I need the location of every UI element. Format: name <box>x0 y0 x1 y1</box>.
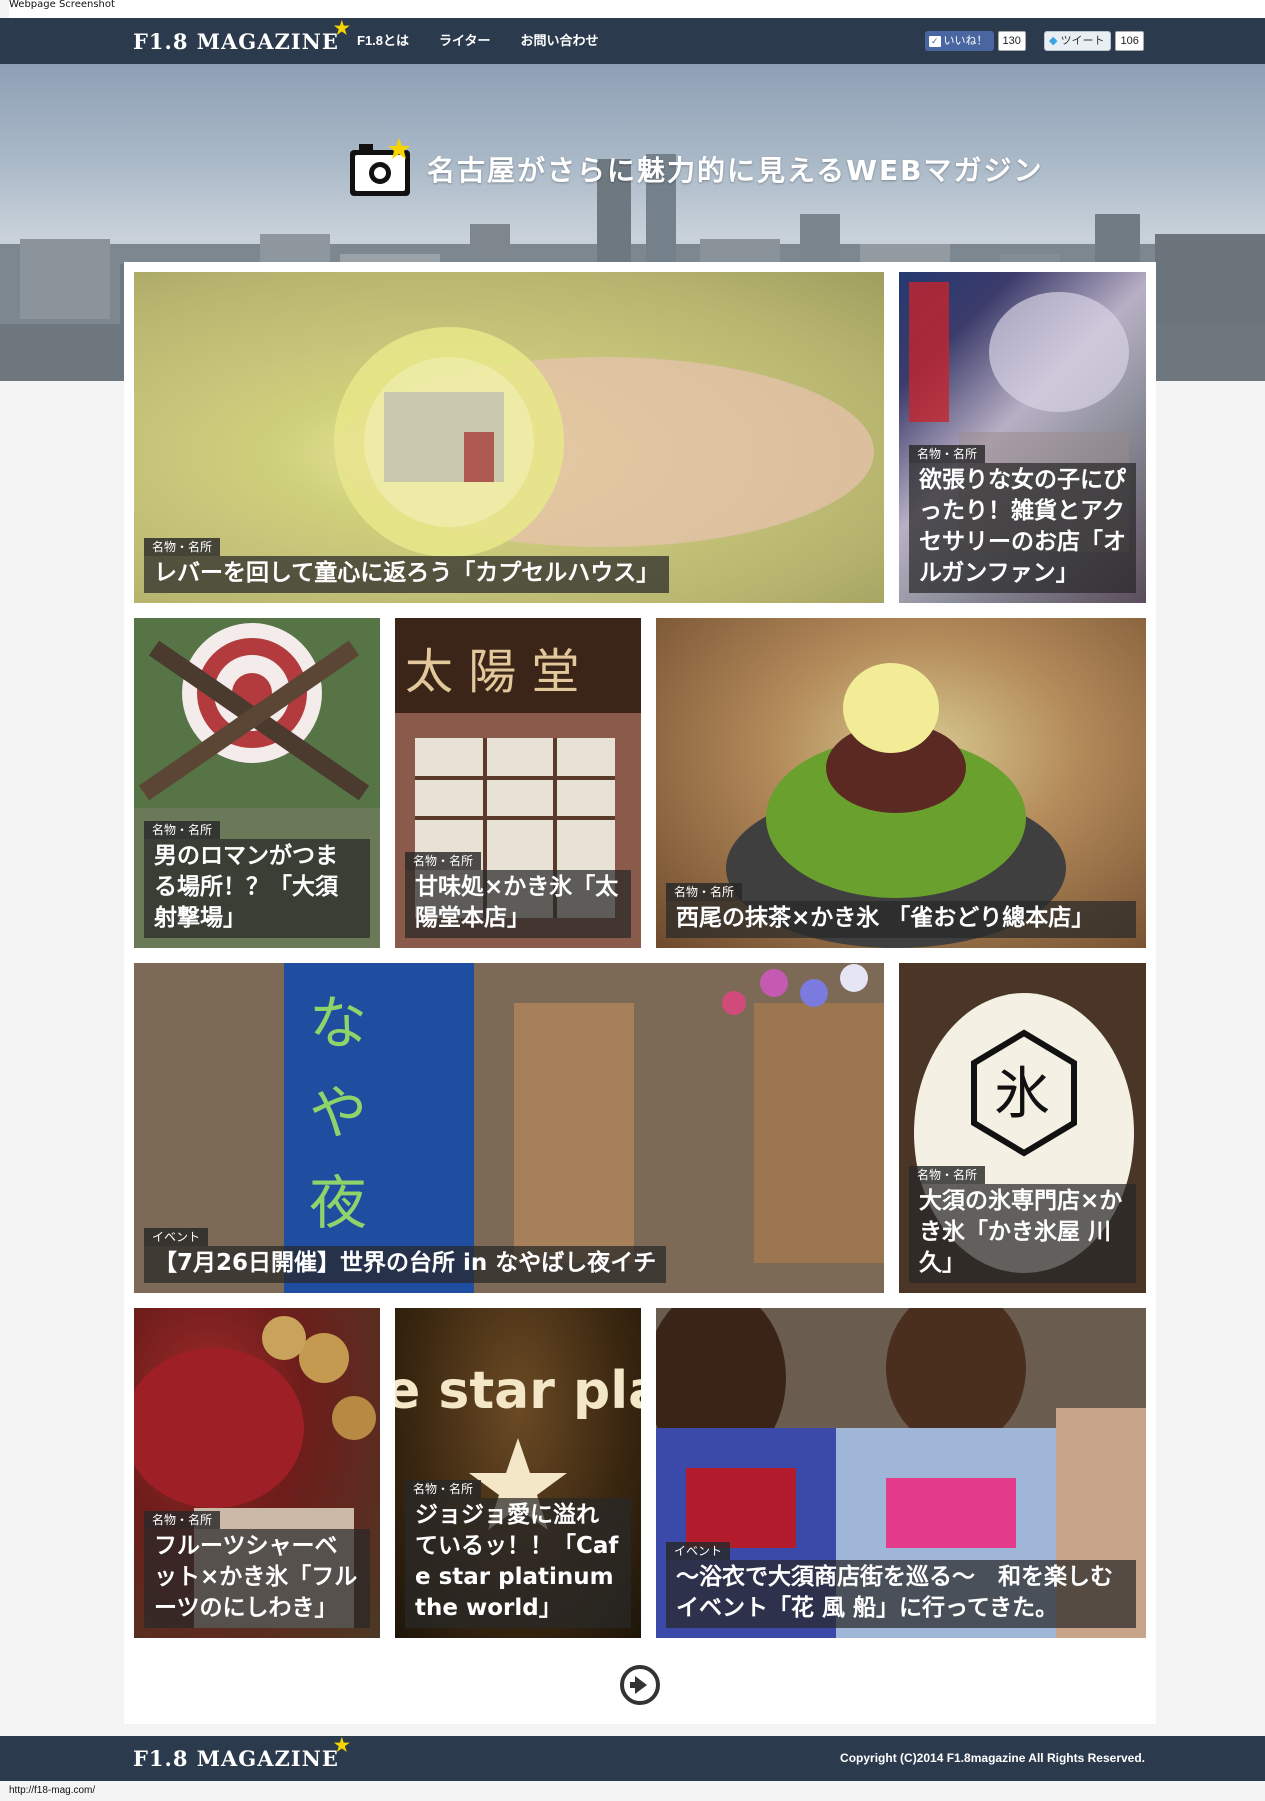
hero-tagline: 名古屋がさらに魅力的に見えるWEBマガジン <box>347 134 1044 204</box>
nav-link-writers[interactable]: ライター <box>439 18 490 64</box>
article-card[interactable]: 名物・名所 男のロマンがつまる場所！？「大須射撃場」 <box>134 618 380 948</box>
article-caption: 名物・名所 欲張りな女の子にぴったり！雑貨とアクセサリーのお店「オルガンファン」 <box>909 443 1136 593</box>
article-category: イベント <box>144 1228 209 1246</box>
article-title: レバーを回して童心に返ろう「カプセルハウス」 <box>144 556 670 593</box>
article-title: フルーツシャーベット×かき氷「フルーツのにしわき」 <box>144 1529 370 1628</box>
article-card[interactable]: e star plat 名物・名所 ジョジョ愛に溢れているッ！！「Cafe st… <box>395 1308 641 1638</box>
article-card[interactable]: な や 夜 イベント 【7月26日開催】世界の台所 in なやばし夜イチ <box>134 963 884 1293</box>
window-label: Webpage Screenshot <box>9 0 1265 18</box>
tweet-button[interactable]: ◆ ツイート <box>1044 31 1112 51</box>
article-card[interactable]: 氷 名物・名所 大須の氷専門店×かき氷「かき氷屋 川久」 <box>899 963 1146 1293</box>
article-category: 名物・名所 <box>909 445 986 463</box>
article-title: 【7月26日開催】世界の台所 in なやばし夜イチ <box>144 1246 667 1283</box>
article-title: 〜浴衣で大須商店街を巡る〜 和を楽しむイベント「花 風 船」に行ってきた。 <box>666 1560 1136 1628</box>
article-caption: 名物・名所 ジョジョ愛に溢れているッ！！「Cafe star platinum … <box>405 1478 631 1628</box>
nav-link-contact[interactable]: お問い合わせ <box>521 18 599 64</box>
tweet-count: 106 <box>1115 31 1144 51</box>
facebook-like-button[interactable]: ✓ いいね！ <box>925 31 994 51</box>
article-caption: 名物・名所 西尾の抹茶×かき氷 「雀おどり總本店」 <box>666 881 1136 938</box>
svg-text:な: な <box>309 989 367 1057</box>
article-card[interactable]: 名物・名所 西尾の抹茶×かき氷 「雀おどり總本店」 <box>656 618 1146 948</box>
article-card[interactable]: 名物・名所 欲張りな女の子にぴったり！雑貨とアクセサリーのお店「オルガンファン」 <box>899 272 1146 603</box>
camera-icon <box>347 136 413 202</box>
article-caption: 名物・名所 レバーを回して童心に返ろう「カプセルハウス」 <box>144 536 670 593</box>
star-icon: ★ <box>333 18 351 39</box>
svg-text:e star plat: e star plat <box>395 1361 641 1421</box>
footer-logo-text: F1.8 MAGAZINE <box>133 1746 339 1771</box>
status-bar-url: http://f18-mag.com/ <box>9 1785 96 1796</box>
article-title: 西尾の抹茶×かき氷 「雀おどり總本店」 <box>666 901 1136 938</box>
copyright-text: Copyright (C)2014 F1.8magazine All Right… <box>840 1751 1145 1765</box>
article-title: 欲張りな女の子にぴったり！雑貨とアクセサリーのお店「オルガンファン」 <box>909 463 1136 593</box>
article-category: 名物・名所 <box>144 538 221 556</box>
top-navbar: F1.8 MAGAZINE ★ F1.8とは ライター お問い合わせ ✓ いいね… <box>0 18 1265 64</box>
article-category: 名物・名所 <box>144 821 221 839</box>
main-nav: F1.8とは ライター お問い合わせ <box>357 18 599 64</box>
article-category: イベント <box>666 1542 731 1560</box>
footer: F1.8 MAGAZINE ★ Copyright (C)2014 F1.8ma… <box>0 1736 1265 1781</box>
nav-link-about[interactable]: F1.8とは <box>357 18 409 64</box>
facebook-like-widget: ✓ いいね！ 130 <box>925 31 1026 51</box>
logo-text: F1.8 MAGAZINE <box>133 29 339 54</box>
article-caption: 名物・名所 大須の氷専門店×かき氷「かき氷屋 川久」 <box>909 1164 1136 1283</box>
article-category: 名物・名所 <box>144 1511 221 1529</box>
star-icon: ★ <box>333 1735 351 1756</box>
article-category: 名物・名所 <box>909 1166 986 1184</box>
article-category: 名物・名所 <box>666 883 743 901</box>
svg-text:や: や <box>309 1079 367 1147</box>
footer-logo[interactable]: F1.8 MAGAZINE ★ <box>133 1737 350 1773</box>
article-caption: 名物・名所 男のロマンがつまる場所！？「大須射撃場」 <box>144 819 370 938</box>
tagline-text: 名古屋がさらに魅力的に見えるWEBマガジン <box>427 154 1044 187</box>
thumbs-up-icon: ✓ <box>929 35 941 47</box>
article-title: 甘味処×かき氷「太陽堂本店」 <box>405 870 631 938</box>
arrow-right-circle-icon <box>620 1665 660 1705</box>
article-title: ジョジョ愛に溢れているッ！！「Cafe star platinum the wo… <box>405 1498 631 1628</box>
site-logo[interactable]: F1.8 MAGAZINE ★ <box>133 20 350 56</box>
article-card[interactable]: イベント 〜浴衣で大須商店街を巡る〜 和を楽しむイベント「花 風 船」に行ってき… <box>656 1308 1146 1638</box>
svg-text:太 陽 堂: 太 陽 堂 <box>405 644 580 700</box>
twitter-bird-icon: ◆ <box>1049 35 1058 47</box>
article-caption: 名物・名所 フルーツシャーベット×かき氷「フルーツのにしわき」 <box>144 1509 370 1628</box>
article-card[interactable]: 名物・名所 レバーを回して童心に返ろう「カプセルハウス」 <box>134 272 884 603</box>
facebook-like-count: 130 <box>997 31 1026 51</box>
article-title: 男のロマンがつまる場所！？「大須射撃場」 <box>144 839 370 938</box>
article-caption: イベント 〜浴衣で大須商店街を巡る〜 和を楽しむイベント「花 風 船」に行ってき… <box>666 1540 1136 1628</box>
article-category: 名物・名所 <box>405 852 482 870</box>
facebook-like-label: いいね！ <box>943 35 988 47</box>
article-title: 大須の氷専門店×かき氷「かき氷屋 川久」 <box>909 1184 1136 1283</box>
next-page-button[interactable] <box>619 1664 661 1706</box>
article-caption: 名物・名所 甘味処×かき氷「太陽堂本店」 <box>405 850 631 938</box>
tweet-label: ツイート <box>1060 35 1105 47</box>
twitter-tweet-widget: ◆ ツイート 106 <box>1044 31 1144 51</box>
svg-text:氷: 氷 <box>994 1062 1050 1127</box>
article-card[interactable]: 名物・名所 フルーツシャーベット×かき氷「フルーツのにしわき」 <box>134 1308 380 1638</box>
article-category: 名物・名所 <box>405 1480 482 1498</box>
article-card[interactable]: 太 陽 堂 名物・名所 甘味処×かき氷「太陽堂本店」 <box>395 618 641 948</box>
article-caption: イベント 【7月26日開催】世界の台所 in なやばし夜イチ <box>144 1226 667 1283</box>
